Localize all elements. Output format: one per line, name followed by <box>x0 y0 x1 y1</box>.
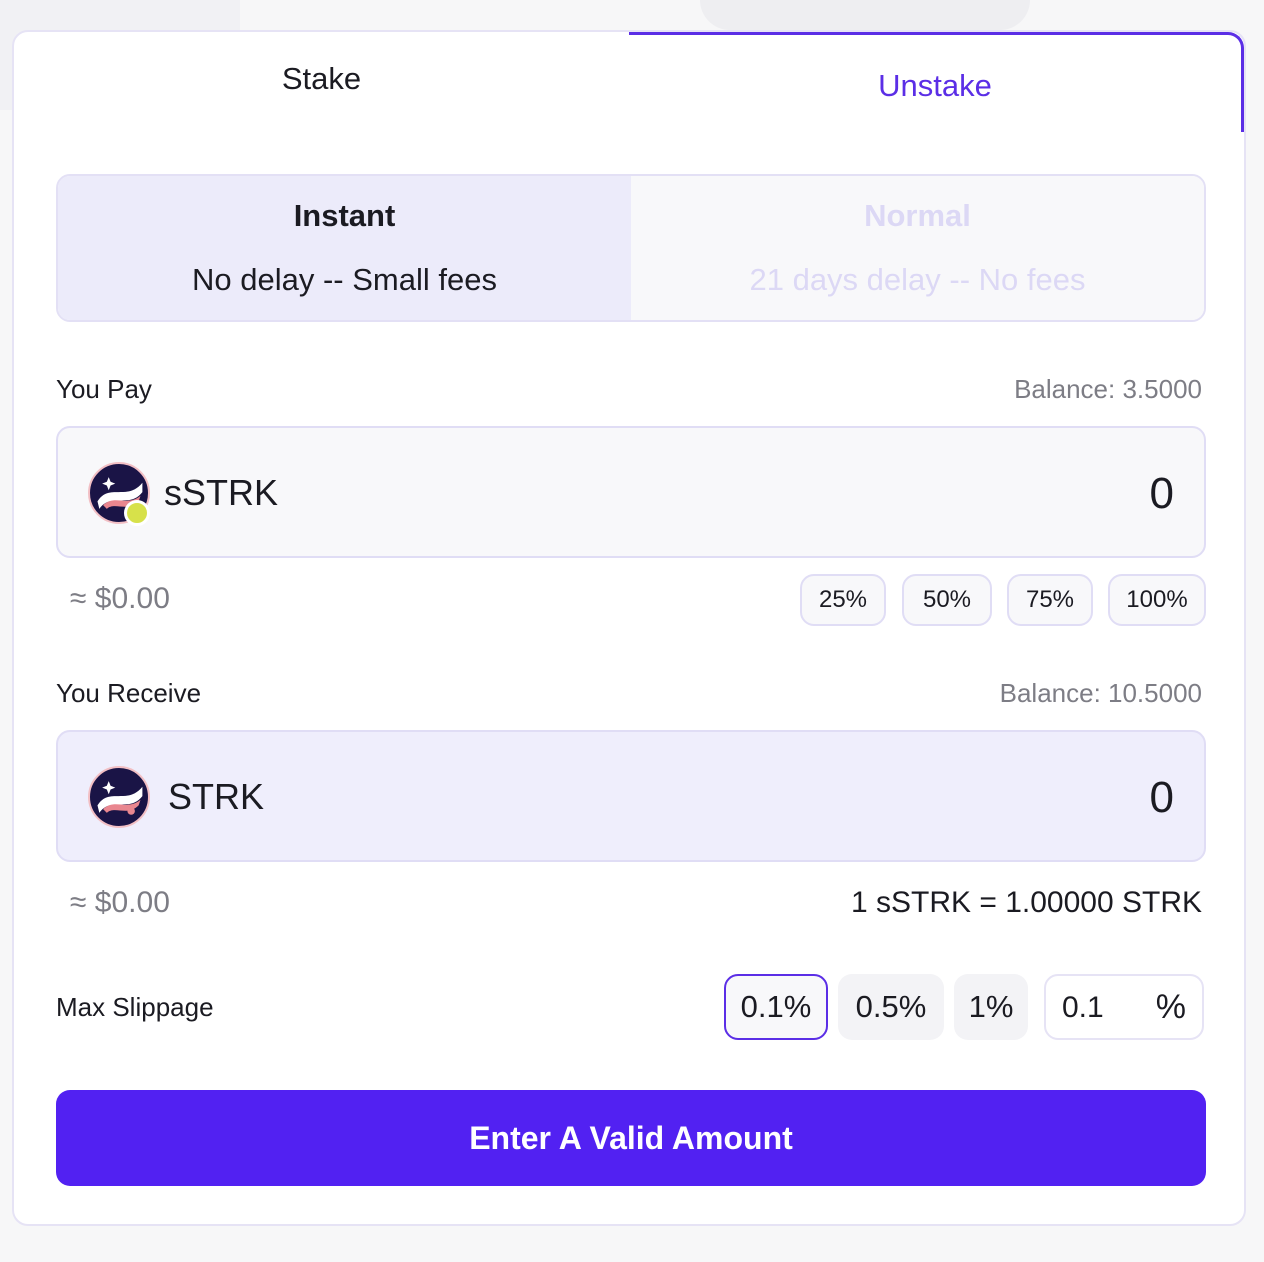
receive-label: You Receive <box>56 678 202 708</box>
slippage-0-1-button[interactable]: 0.1% <box>724 974 828 1040</box>
percent-100-button[interactable]: 100% <box>1108 574 1206 626</box>
pay-label: You Pay <box>56 374 152 404</box>
pay-token-name: sSTRK <box>164 472 279 513</box>
pay-amount-input[interactable] <box>874 466 1174 522</box>
slippage-0-5-button[interactable]: 0.5% <box>838 974 944 1040</box>
pay-token-box: sSTRK <box>56 426 1206 558</box>
percent-50-button[interactable]: 50% <box>902 574 992 626</box>
exchange-rate: 1 sSTRK = 1.00000 STRK <box>850 886 1202 919</box>
receive-usd-value: ≈ $0.00 <box>70 886 170 919</box>
receive-amount-input[interactable] <box>874 770 1174 826</box>
tab-unstake[interactable]: Unstake <box>629 32 1244 132</box>
slippage-1-button[interactable]: 1% <box>954 974 1028 1040</box>
mode-normal-title: Normal <box>864 198 971 233</box>
mode-normal-option[interactable]: Normal 21 days delay -- No fees <box>631 176 1204 320</box>
slippage-custom-field: % <box>1044 974 1204 1040</box>
receive-token-name: STRK <box>168 776 265 817</box>
unstake-mode-toggle: Instant No delay -- Small fees Normal 21… <box>56 174 1206 322</box>
strk-token-icon <box>88 766 150 828</box>
slippage-unit: % <box>1155 988 1186 1026</box>
tab-stake[interactable]: Stake <box>14 32 629 132</box>
pay-balance: Balance: 3.5000 <box>1014 374 1202 404</box>
receive-balance: Balance: 10.5000 <box>999 678 1202 708</box>
stake-card: Stake Unstake Instant No delay -- Small … <box>12 30 1246 1226</box>
slippage-custom-input[interactable] <box>1062 990 1132 1026</box>
wrapped-badge-icon <box>124 500 150 526</box>
mode-normal-subtitle: 21 days delay -- No fees <box>749 262 1086 297</box>
background-shape <box>700 0 1030 30</box>
tab-bar: Stake Unstake <box>14 32 1244 132</box>
pay-usd-value: ≈ $0.00 <box>70 582 170 615</box>
receive-token-box: STRK <box>56 730 1206 862</box>
mode-instant-option[interactable]: Instant No delay -- Small fees <box>58 176 631 320</box>
percent-75-button[interactable]: 75% <box>1007 574 1093 626</box>
mode-instant-title: Instant <box>293 198 396 233</box>
submit-button[interactable]: Enter A Valid Amount <box>56 1090 1206 1186</box>
mode-instant-subtitle: No delay -- Small fees <box>192 262 497 297</box>
slippage-label: Max Slippage <box>56 992 214 1022</box>
percent-25-button[interactable]: 25% <box>800 574 886 626</box>
